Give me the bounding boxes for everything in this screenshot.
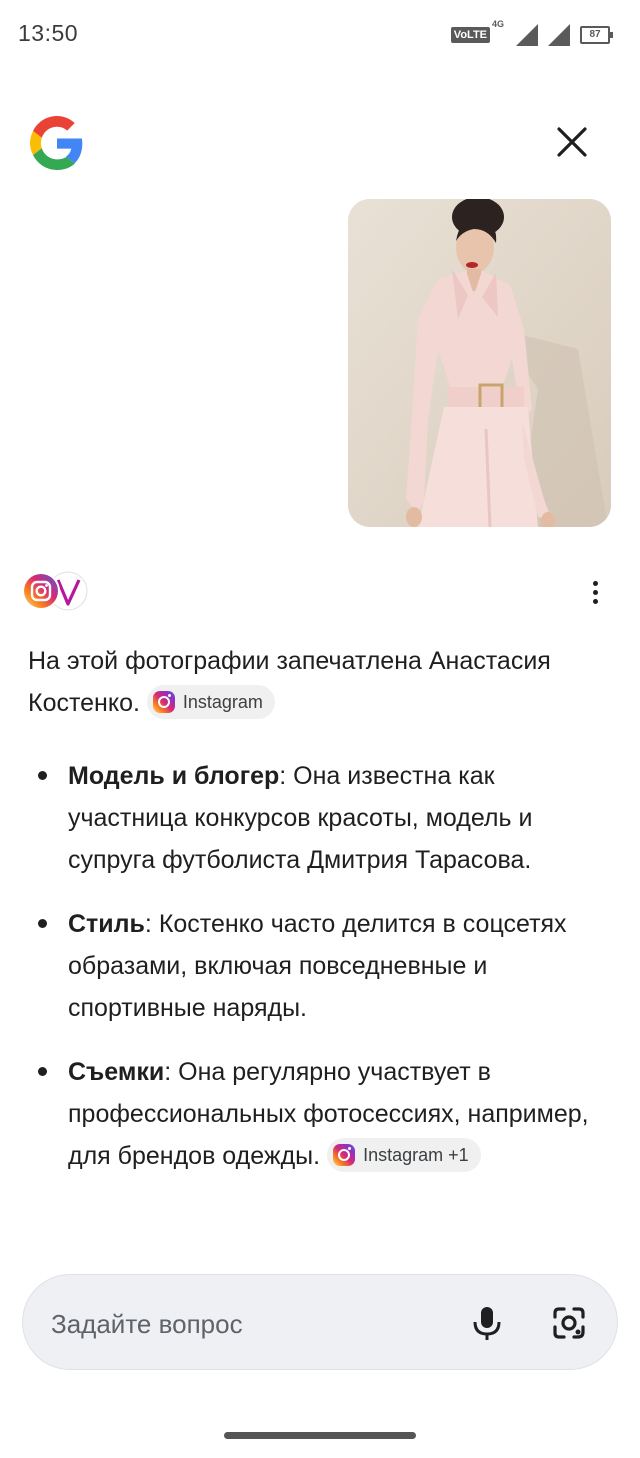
mic-icon <box>473 1307 501 1340</box>
source-chip-label: Instagram <box>182 692 263 713</box>
signal-icon <box>516 24 538 46</box>
list-item: Стиль: Костенко часто делится в соцсетях… <box>28 903 618 1029</box>
more-dot <box>592 589 598 595</box>
bullet-title: Стиль <box>68 910 145 938</box>
answer-intro-text: На этой фотографии запечатлена Анастасия… <box>28 647 551 717</box>
instagram-icon <box>152 691 175 714</box>
close-button[interactable] <box>548 118 596 166</box>
signal-icon-2 <box>548 24 570 46</box>
battery-icon: 87 <box>580 26 613 44</box>
status-bar: 13:50 VoLTE 4G 87 <box>0 0 640 70</box>
list-item: Модель и блогер: Она известна как участн… <box>28 755 618 881</box>
lens-icon <box>553 1307 585 1339</box>
source-chip-label: Instagram +1 <box>363 1145 469 1166</box>
home-indicator[interactable] <box>224 1432 416 1439</box>
more-dot <box>592 580 598 586</box>
lens-button[interactable] <box>547 1301 591 1345</box>
volte-indicator: VoLTE 4G <box>450 19 504 43</box>
source-chip-instagram[interactable]: Instagram <box>146 685 275 720</box>
answer-intro: На этой фотографии запечатлена Анастасия… <box>28 640 618 724</box>
bullet-title: Модель и блогер <box>68 762 280 790</box>
status-time: 13:50 <box>18 20 79 46</box>
query-photo[interactable] <box>348 199 611 527</box>
status-icons: VoLTE 4G 87 <box>450 19 613 48</box>
ask-input[interactable] <box>49 1303 453 1345</box>
ask-bar <box>22 1274 618 1370</box>
photo-image <box>348 199 611 527</box>
close-icon <box>557 127 587 157</box>
answer-bullets: Модель и блогер: Она известна как участн… <box>28 755 618 1199</box>
google-logo <box>30 116 83 170</box>
source-chip-instagram-plus[interactable]: Instagram +1 <box>327 1138 481 1173</box>
list-item: Съемки: Она регулярно участвует в профес… <box>28 1051 618 1177</box>
source-avatars[interactable] <box>22 570 92 612</box>
mic-button[interactable] <box>465 1301 509 1345</box>
network-gen: 4G <box>491 19 504 29</box>
more-options-button[interactable] <box>580 574 610 610</box>
more-dot <box>592 598 598 604</box>
bullet-title: Съемки <box>68 1058 165 1086</box>
instagram-icon <box>333 1144 356 1167</box>
